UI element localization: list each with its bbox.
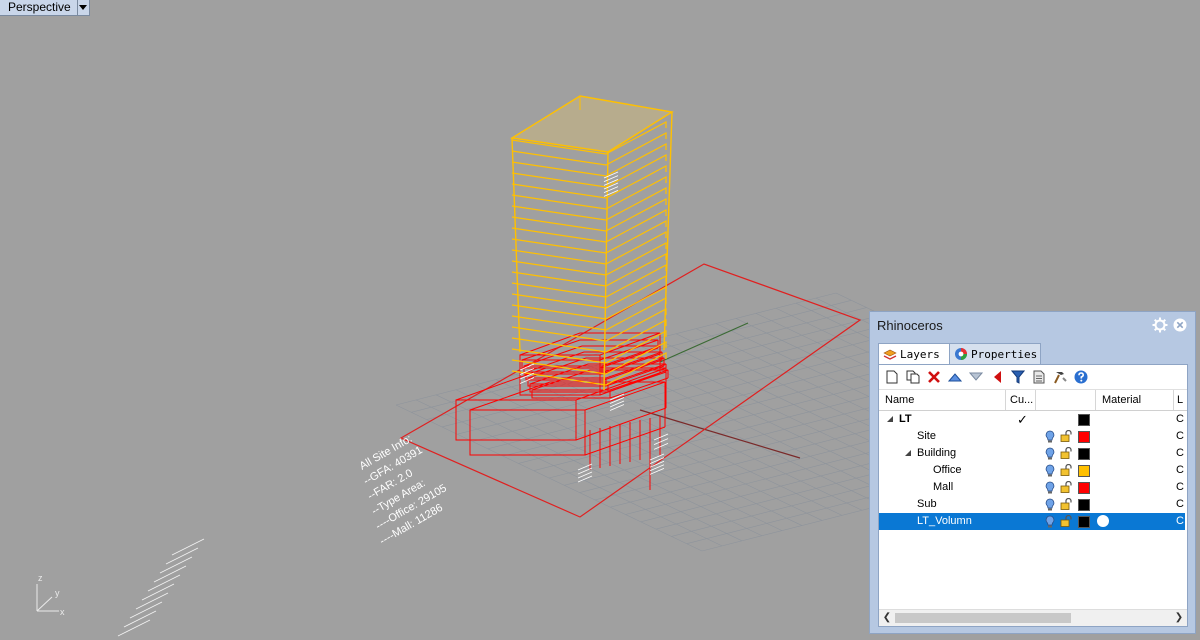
unlocked-icon[interactable] — [1060, 515, 1072, 527]
x-axis-line — [639, 409, 801, 459]
linetype-cell[interactable]: C — [1176, 411, 1184, 428]
hammer-icon — [1054, 372, 1067, 384]
axis-z-label: z — [38, 573, 43, 583]
new-layer-icon — [886, 370, 898, 384]
layer-row[interactable]: Sub C — [879, 496, 1185, 513]
layer-color-swatch[interactable] — [1078, 431, 1090, 443]
y-axis-line — [659, 322, 749, 363]
tab-layers[interactable]: Layers — [878, 343, 950, 365]
viewport-title[interactable]: Perspective — [0, 0, 77, 15]
column-visibility-header[interactable] — [1036, 390, 1096, 410]
tab-layers-label: Layers — [900, 348, 940, 361]
delete-icon — [928, 371, 940, 383]
layers-list-area: Name Cu... Material L LT ✓ C Site C Building C… — [878, 364, 1188, 627]
unlocked-icon[interactable] — [1060, 430, 1072, 442]
layer-name[interactable]: Sub — [917, 496, 937, 513]
viewport-title-tab[interactable]: Perspective — [0, 0, 90, 16]
lightbulb-icon[interactable] — [1044, 481, 1056, 494]
layer-color-swatch[interactable] — [1078, 414, 1090, 426]
layer-color-swatch[interactable] — [1078, 499, 1090, 511]
close-icon[interactable] — [1173, 318, 1187, 332]
layers-icon — [883, 349, 897, 360]
help-button[interactable] — [1072, 368, 1090, 386]
unlocked-icon[interactable] — [1060, 498, 1072, 510]
layer-color-swatch[interactable] — [1078, 516, 1090, 528]
move-down-button[interactable] — [967, 368, 985, 386]
column-name-header[interactable]: Name — [879, 390, 1006, 410]
axis-y-label: y — [55, 588, 60, 598]
linetype-cell[interactable]: C — [1176, 428, 1184, 445]
unlocked-icon[interactable] — [1060, 447, 1072, 459]
lightbulb-icon[interactable] — [1044, 464, 1056, 477]
layer-name[interactable]: LT — [899, 411, 912, 428]
horizontal-scrollbar[interactable]: ❮ ❯ — [879, 609, 1187, 626]
delete-button[interactable] — [925, 368, 943, 386]
layers-table-header: Name Cu... Material L — [879, 389, 1187, 411]
floor-labels — [117, 171, 669, 637]
column-material-header[interactable]: Material — [1096, 390, 1174, 410]
layer-name[interactable]: Office — [933, 462, 962, 479]
scroll-right-icon[interactable]: ❯ — [1172, 610, 1186, 626]
layer-color-swatch[interactable] — [1078, 465, 1090, 477]
column-current-header[interactable]: Cu... — [1006, 390, 1036, 410]
tools-button[interactable] — [1030, 368, 1048, 386]
layers-panel: Rhinoceros Layers Properties Name Cu... … — [869, 311, 1196, 634]
collapse-triangle-icon[interactable] — [904, 449, 912, 457]
layer-row[interactable]: Office C — [879, 462, 1185, 479]
gear-icon[interactable] — [1152, 317, 1168, 333]
layer-name[interactable]: LT_Volumn — [917, 513, 972, 530]
layer-color-swatch[interactable] — [1078, 482, 1090, 494]
panel-title: Rhinoceros — [877, 318, 943, 333]
collapse-triangle-icon[interactable] — [886, 415, 894, 423]
layer-row[interactable]: LT ✓ C — [879, 411, 1185, 428]
layer-name[interactable]: Mall — [933, 479, 953, 496]
new-layer-button[interactable] — [883, 368, 901, 386]
move-up-icon — [948, 373, 962, 382]
move-up-button[interactable] — [946, 368, 964, 386]
unlocked-icon[interactable] — [1060, 481, 1072, 493]
tab-properties[interactable]: Properties — [949, 343, 1041, 364]
linetype-cell[interactable]: C — [1176, 513, 1184, 530]
move-to-parent-icon — [994, 371, 1001, 383]
scrollbar-thumb[interactable] — [895, 613, 1071, 623]
lightbulb-icon[interactable] — [1044, 515, 1056, 528]
linetype-cell[interactable]: C — [1176, 445, 1184, 462]
layer-color-swatch[interactable] — [1078, 448, 1090, 460]
move-to-parent-button[interactable] — [988, 368, 1006, 386]
lightbulb-icon[interactable] — [1044, 498, 1056, 511]
axis-x-label: x — [60, 607, 65, 617]
layer-name[interactable]: Building — [917, 445, 956, 462]
tab-properties-label: Properties — [971, 347, 1038, 361]
filter-button[interactable] — [1009, 368, 1027, 386]
linetype-cell[interactable]: C — [1176, 496, 1184, 513]
layer-row[interactable]: LT_Volumn C — [879, 513, 1185, 530]
viewport-dropdown-button[interactable] — [76, 0, 89, 15]
linetype-cell[interactable]: C — [1176, 479, 1184, 496]
new-sublayer-icon — [906, 370, 920, 384]
layers-toolbar — [883, 367, 1090, 387]
properties-icon — [955, 348, 967, 360]
unlocked-icon[interactable] — [1060, 464, 1072, 476]
new-sublayer-button[interactable] — [904, 368, 922, 386]
layer-row[interactable]: Building C — [879, 445, 1185, 462]
lightbulb-icon[interactable] — [1044, 447, 1056, 460]
hammer-button[interactable] — [1051, 368, 1069, 386]
column-linetype-header[interactable]: L — [1174, 390, 1187, 410]
site-info-annotation: All Site Info: --GFA: 40391 --FAR: 2.0 -… — [358, 433, 449, 548]
axis-gizmo: z y x — [36, 573, 65, 617]
layer-row[interactable]: Site C — [879, 428, 1185, 445]
tools-icon — [1033, 370, 1045, 384]
layer-name[interactable]: Site — [917, 428, 936, 445]
layer-row[interactable]: Mall C — [879, 479, 1185, 496]
scroll-left-icon[interactable]: ❮ — [880, 610, 894, 626]
lightbulb-icon[interactable] — [1044, 430, 1056, 443]
material-swatch[interactable] — [1097, 515, 1109, 527]
panel-tabs: Layers Properties — [878, 343, 1188, 365]
current-layer-check[interactable]: ✓ — [1017, 412, 1028, 427]
help-icon — [1074, 370, 1088, 384]
linetype-cell[interactable]: C — [1176, 462, 1184, 479]
filter-icon — [1011, 370, 1025, 384]
chevron-down-icon — [79, 4, 88, 10]
move-down-icon — [969, 372, 983, 381]
